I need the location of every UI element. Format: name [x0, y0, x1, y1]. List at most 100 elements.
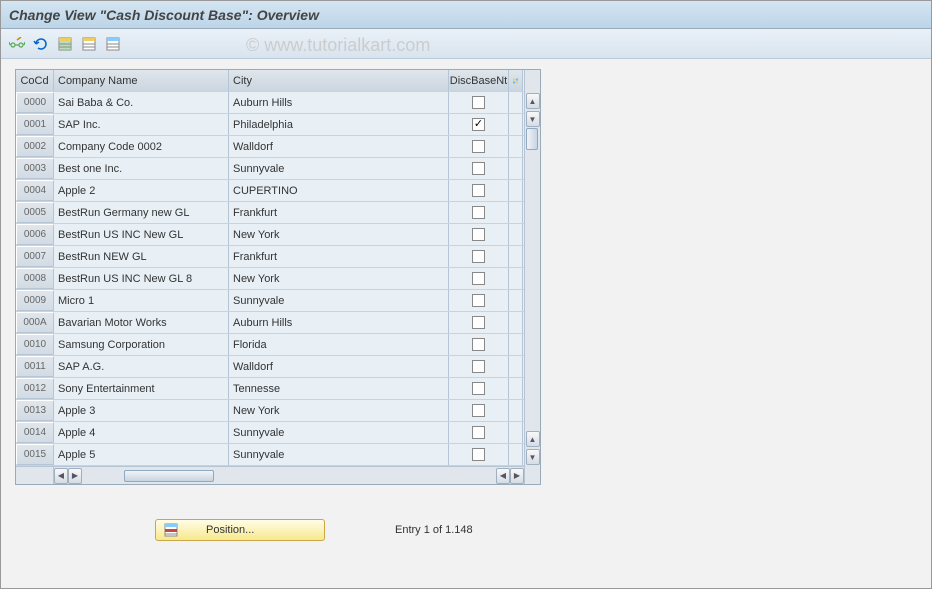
hscroll-col-left-button[interactable]: ▶ [68, 468, 82, 484]
cell-company-name[interactable]: BestRun NEW GL [54, 246, 229, 267]
toggle-display-button[interactable] [7, 34, 27, 54]
table-row[interactable]: 0003Best one Inc.Sunnyvale [16, 158, 524, 180]
table-row[interactable]: 0005BestRun Germany new GLFrankfurt [16, 202, 524, 224]
cell-company-name[interactable]: Sony Entertainment [54, 378, 229, 399]
table-row[interactable]: 0001SAP Inc.Philadelphia [16, 114, 524, 136]
hscroll-thumb[interactable] [124, 470, 214, 482]
cell-company-name[interactable]: Sai Baba & Co. [54, 92, 229, 113]
cell-cocd[interactable]: 0010 [16, 334, 54, 355]
cell-city[interactable]: Frankfurt [229, 246, 449, 267]
cell-company-name[interactable]: Samsung Corporation [54, 334, 229, 355]
discbasent-checkbox[interactable] [472, 228, 485, 241]
deselect-all-button[interactable] [79, 34, 99, 54]
hscroll-col-right-button[interactable]: ◀ [496, 468, 510, 484]
discbasent-checkbox[interactable] [472, 360, 485, 373]
vscroll-down-button[interactable]: ▼ [526, 449, 540, 465]
cell-cocd[interactable]: 000A [16, 312, 54, 333]
table-row[interactable]: 0013Apple 3New York [16, 400, 524, 422]
cell-company-name[interactable]: BestRun US INC New GL [54, 224, 229, 245]
table-row[interactable]: 0015Apple 5Sunnyvale [16, 444, 524, 466]
cell-cocd[interactable]: 0000 [16, 92, 54, 113]
cell-company-name[interactable]: Apple 3 [54, 400, 229, 421]
table-row[interactable]: 0002Company Code 0002Walldorf [16, 136, 524, 158]
table-row[interactable]: 000ABavarian Motor WorksAuburn Hills [16, 312, 524, 334]
cell-city[interactable]: CUPERTINO [229, 180, 449, 201]
cell-cocd[interactable]: 0011 [16, 356, 54, 377]
cell-city[interactable]: Sunnyvale [229, 290, 449, 311]
discbasent-checkbox[interactable] [472, 184, 485, 197]
hscroll-track[interactable] [84, 469, 494, 483]
cell-cocd[interactable]: 0013 [16, 400, 54, 421]
vscroll-line-up-button[interactable]: ▼ [526, 111, 540, 127]
cell-cocd[interactable]: 0005 [16, 202, 54, 223]
cell-company-name[interactable]: Best one Inc. [54, 158, 229, 179]
cell-company-name[interactable]: BestRun US INC New GL 8 [54, 268, 229, 289]
cell-city[interactable]: Auburn Hills [229, 312, 449, 333]
cell-city[interactable]: New York [229, 224, 449, 245]
cell-cocd[interactable]: 0008 [16, 268, 54, 289]
table-row[interactable]: 0006BestRun US INC New GLNew York [16, 224, 524, 246]
header-company-name[interactable]: Company Name [54, 70, 229, 91]
table-row[interactable]: 0010Samsung CorporationFlorida [16, 334, 524, 356]
header-city[interactable]: City [229, 70, 449, 91]
discbasent-checkbox[interactable] [472, 338, 485, 351]
discbasent-checkbox[interactable] [472, 448, 485, 461]
cell-company-name[interactable]: Company Code 0002 [54, 136, 229, 157]
vscroll-track[interactable] [525, 128, 540, 430]
table-settings-button[interactable] [509, 70, 523, 91]
hscroll-right-button[interactable]: ▶ [510, 468, 524, 484]
cell-city[interactable]: Philadelphia [229, 114, 449, 135]
table-row[interactable]: 0008BestRun US INC New GL 8New York [16, 268, 524, 290]
cell-city[interactable]: Sunnyvale [229, 158, 449, 179]
discbasent-checkbox[interactable] [472, 96, 485, 109]
cell-city[interactable]: New York [229, 400, 449, 421]
cell-company-name[interactable]: BestRun Germany new GL [54, 202, 229, 223]
cell-city[interactable]: Sunnyvale [229, 444, 449, 465]
select-all-button[interactable] [55, 34, 75, 54]
cell-city[interactable]: Walldorf [229, 136, 449, 157]
undo-button[interactable] [31, 34, 51, 54]
header-cocd[interactable]: CoCd [16, 70, 54, 91]
cell-cocd[interactable]: 0004 [16, 180, 54, 201]
cell-cocd[interactable]: 0002 [16, 136, 54, 157]
cell-cocd[interactable]: 0009 [16, 290, 54, 311]
cell-company-name[interactable]: Micro 1 [54, 290, 229, 311]
discbasent-checkbox[interactable] [472, 162, 485, 175]
table-row[interactable]: 0000Sai Baba & Co.Auburn Hills [16, 92, 524, 114]
cell-cocd[interactable]: 0015 [16, 444, 54, 465]
cell-city[interactable]: Florida [229, 334, 449, 355]
header-discbasent[interactable]: DiscBaseNt [449, 70, 509, 91]
table-row[interactable]: 0014Apple 4Sunnyvale [16, 422, 524, 444]
discbasent-checkbox[interactable] [472, 118, 485, 131]
discbasent-checkbox[interactable] [472, 382, 485, 395]
cell-company-name[interactable]: Apple 5 [54, 444, 229, 465]
cell-city[interactable]: Sunnyvale [229, 422, 449, 443]
cell-cocd[interactable]: 0006 [16, 224, 54, 245]
discbasent-checkbox[interactable] [472, 294, 485, 307]
discbasent-checkbox[interactable] [472, 404, 485, 417]
cell-company-name[interactable]: SAP A.G. [54, 356, 229, 377]
cell-company-name[interactable]: Apple 4 [54, 422, 229, 443]
cell-city[interactable]: Frankfurt [229, 202, 449, 223]
cell-company-name[interactable]: Bavarian Motor Works [54, 312, 229, 333]
table-row[interactable]: 0011SAP A.G.Walldorf [16, 356, 524, 378]
vscroll-up-button[interactable]: ▲ [526, 93, 540, 109]
cell-city[interactable]: Tennesse [229, 378, 449, 399]
table-row[interactable]: 0004Apple 2CUPERTINO [16, 180, 524, 202]
discbasent-checkbox[interactable] [472, 206, 485, 219]
cell-company-name[interactable]: Apple 2 [54, 180, 229, 201]
hscroll-left-button[interactable]: ◀ [54, 468, 68, 484]
cell-city[interactable]: Walldorf [229, 356, 449, 377]
table-row[interactable]: 0012Sony EntertainmentTennesse [16, 378, 524, 400]
cell-city[interactable]: New York [229, 268, 449, 289]
cell-city[interactable]: Auburn Hills [229, 92, 449, 113]
cell-cocd[interactable]: 0014 [16, 422, 54, 443]
vscroll-thumb[interactable] [526, 128, 538, 150]
save-button[interactable] [103, 34, 123, 54]
cell-cocd[interactable]: 0012 [16, 378, 54, 399]
discbasent-checkbox[interactable] [472, 140, 485, 153]
vscroll-line-down-button[interactable]: ▲ [526, 431, 540, 447]
cell-cocd[interactable]: 0007 [16, 246, 54, 267]
discbasent-checkbox[interactable] [472, 426, 485, 439]
position-button[interactable]: Position... [155, 519, 325, 541]
